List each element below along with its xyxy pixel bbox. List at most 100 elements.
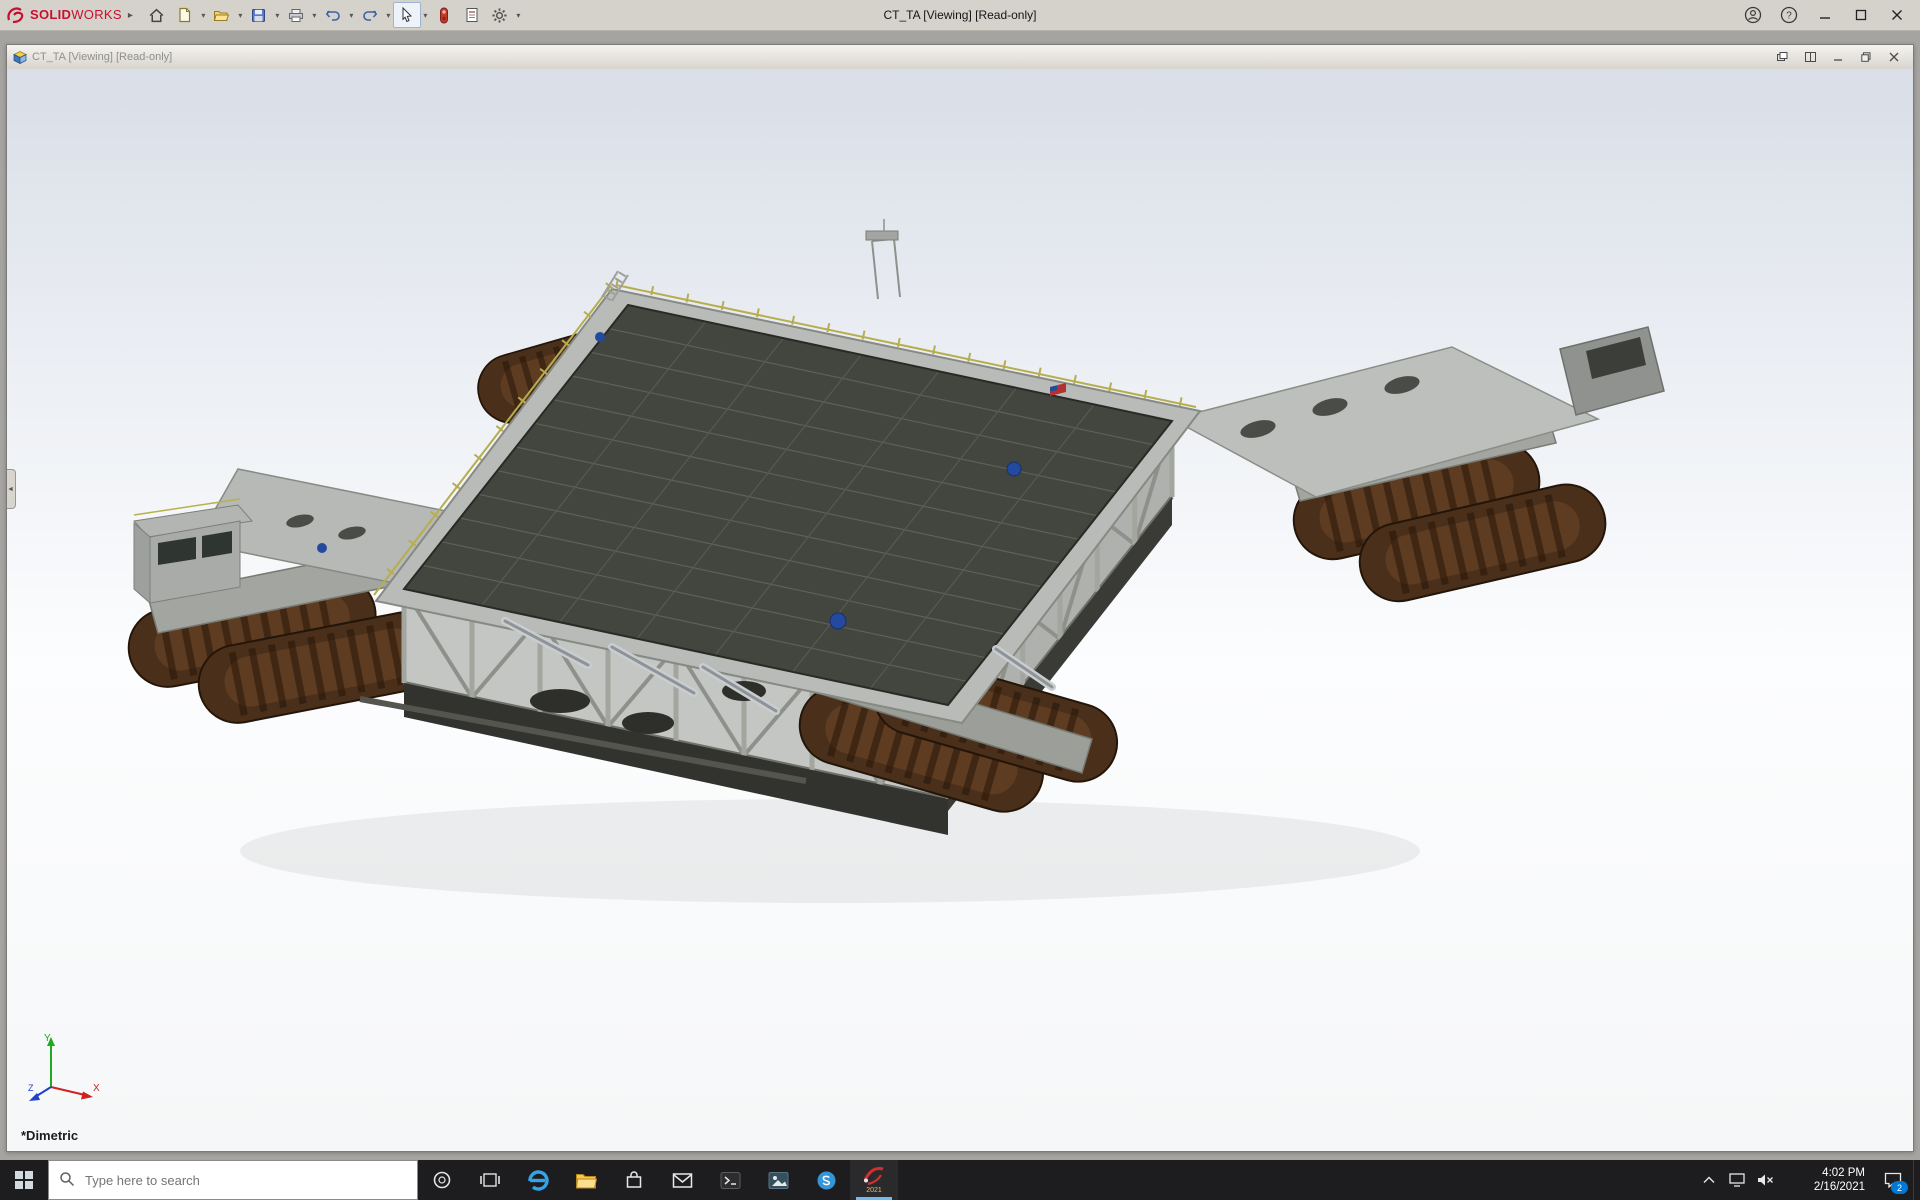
select-tool-button[interactable] (393, 2, 421, 28)
person-icon (1744, 6, 1762, 24)
task-view-button[interactable] (466, 1160, 514, 1200)
windows-logo-icon (15, 1171, 33, 1189)
orientation-triad: Y X Z (27, 1027, 105, 1105)
taskbar-app-solidworks[interactable]: 2021 (850, 1160, 898, 1200)
maximize-button[interactable] (1844, 1, 1878, 29)
taskbar-clock[interactable]: 4:02 PM 2/16/2021 (1779, 1160, 1873, 1200)
taskbar-app-skype[interactable] (802, 1160, 850, 1200)
search-icon (59, 1171, 75, 1187)
redo-dropdown-icon[interactable]: ▾ (384, 11, 393, 20)
assembly-icon (13, 51, 27, 64)
select-arrow-icon (400, 7, 414, 23)
doc-close-button[interactable] (1881, 47, 1907, 67)
solidworks-app-icon (862, 1163, 886, 1187)
document-window: CT_TA [Viewing] [Read-only] (6, 44, 1914, 1152)
skype-icon (816, 1170, 837, 1191)
doc-minimize-button[interactable] (1825, 47, 1851, 67)
cascade-windows-icon (1805, 52, 1816, 62)
print-icon (288, 8, 304, 23)
edge-icon (527, 1169, 549, 1191)
tray-volume-button[interactable] (1751, 1160, 1779, 1200)
taskbar-app-mail[interactable] (658, 1160, 706, 1200)
taskbar-search[interactable] (48, 1160, 418, 1200)
photos-icon (768, 1171, 789, 1190)
open-icon (213, 8, 230, 23)
close-icon (1891, 9, 1903, 21)
action-center-button[interactable]: 2 (1873, 1160, 1913, 1200)
mail-icon (672, 1172, 693, 1189)
clock-time: 4:02 PM (1822, 1166, 1865, 1180)
file-properties-icon (465, 7, 479, 23)
cortana-button[interactable] (418, 1160, 466, 1200)
tile-windows-icon (1777, 52, 1788, 62)
undo-button[interactable] (319, 2, 347, 28)
rebuild-button[interactable] (430, 2, 458, 28)
taskbar-app-terminal[interactable] (706, 1160, 754, 1200)
terminal-icon (720, 1171, 741, 1190)
redo-button[interactable] (356, 2, 384, 28)
doc-tile-button-1[interactable] (1769, 47, 1795, 67)
document-title: CT_TA [Viewing] [Read-only] (32, 51, 172, 63)
open-dropdown-icon[interactable]: ▾ (236, 11, 245, 20)
graphics-viewport[interactable]: Y X Z *Dimetric ◄ (7, 69, 1913, 1151)
redo-icon (362, 8, 378, 22)
options-button[interactable] (486, 2, 514, 28)
solidworks-logo[interactable]: SOLIDWORKS (6, 6, 122, 24)
undo-dropdown-icon[interactable]: ▾ (347, 11, 356, 20)
ds-logo-icon (6, 6, 26, 24)
doc-tile-button-2[interactable] (1797, 47, 1823, 67)
taskbar-app-store[interactable] (610, 1160, 658, 1200)
maximize-icon (1855, 9, 1867, 21)
account-button[interactable] (1736, 1, 1770, 29)
new-document-button[interactable] (171, 2, 199, 28)
start-button[interactable] (0, 1160, 48, 1200)
file-properties-button[interactable] (458, 2, 486, 28)
app-titlebar: SOLIDWORKS ▸ ▾ ▾ ▾ ▾ ▾ ▾ ▾ (0, 0, 1920, 31)
taskbar-search-input[interactable] (48, 1160, 418, 1200)
rebuild-stoplight-icon (439, 7, 449, 24)
taskbar-app-photos[interactable] (754, 1160, 802, 1200)
doc-close-icon (1889, 52, 1899, 62)
minimize-button[interactable] (1808, 1, 1842, 29)
doc-restore-button[interactable] (1853, 47, 1879, 67)
axis-x-label: X (93, 1083, 100, 1094)
view-orientation-label: *Dimetric (21, 1128, 78, 1143)
new-document-icon (177, 7, 192, 23)
undo-icon (325, 8, 341, 22)
options-gear-icon (491, 7, 508, 24)
axis-z-label: Z (28, 1083, 34, 1093)
panel-flyout-handle[interactable]: ◄ (7, 469, 16, 509)
doc-restore-icon (1861, 52, 1871, 62)
chevron-up-icon (1703, 1176, 1715, 1184)
tray-display-button[interactable] (1723, 1160, 1751, 1200)
help-icon: ? (1780, 6, 1798, 24)
document-titlebar[interactable]: CT_TA [Viewing] [Read-only] (7, 45, 1913, 70)
save-button[interactable] (245, 2, 273, 28)
print-button[interactable] (282, 2, 310, 28)
solidworks-year-badge: 2021 (866, 1187, 882, 1194)
new-document-dropdown-icon[interactable]: ▾ (199, 11, 208, 20)
open-button[interactable] (208, 2, 236, 28)
tray-chevron-button[interactable] (1695, 1160, 1723, 1200)
clock-date: 2/16/2021 (1814, 1180, 1865, 1194)
taskbar-app-edge[interactable] (514, 1160, 562, 1200)
crawler-transporter-model (7, 69, 1913, 1151)
help-button[interactable]: ? (1772, 1, 1806, 29)
options-dropdown-icon[interactable]: ▾ (514, 11, 523, 20)
svg-text:?: ? (1786, 11, 1792, 22)
taskbar-app-file-explorer[interactable] (562, 1160, 610, 1200)
print-dropdown-icon[interactable]: ▾ (310, 11, 319, 20)
doc-minimize-icon (1833, 52, 1843, 62)
show-desktop-button[interactable] (1913, 1160, 1920, 1200)
home-button[interactable] (143, 2, 171, 28)
close-button[interactable] (1880, 1, 1914, 29)
volume-muted-icon (1757, 1173, 1774, 1187)
select-tool-dropdown-icon[interactable]: ▾ (421, 11, 430, 20)
action-center-badge: 2 (1891, 1181, 1908, 1194)
menu-expand-icon[interactable]: ▸ (128, 10, 133, 21)
save-dropdown-icon[interactable]: ▾ (273, 11, 282, 20)
store-icon (624, 1170, 644, 1190)
cortana-icon (432, 1170, 452, 1190)
display-icon (1729, 1173, 1745, 1187)
brand-solid: SOLID (30, 7, 71, 22)
